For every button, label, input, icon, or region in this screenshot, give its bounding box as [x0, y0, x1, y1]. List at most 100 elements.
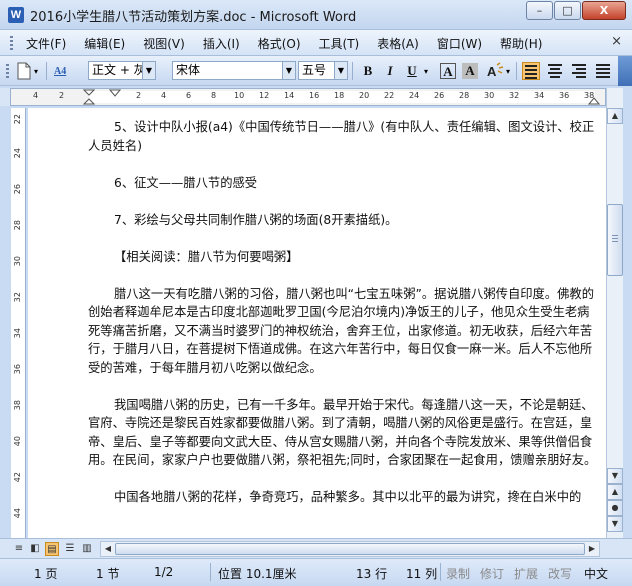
document-page[interactable]: 5、设计中队小报(a4)《中国传统节日——腊八》(有中队人、责任编辑、图文设计、… [28, 108, 606, 538]
character-border-button[interactable]: A [440, 63, 456, 79]
menu-file[interactable]: 文件(F) [26, 35, 66, 52]
outline-view-icon[interactable]: ☰ [63, 542, 77, 556]
font-size-combo[interactable]: 五号 ▼ [298, 61, 348, 80]
status-extend[interactable]: 扩展 [514, 565, 538, 582]
doc-paragraph: 我国喝腊八粥的历史，已有一千多年。最早开始于宋代。每逢腊八这一天，不论是朝廷、官… [88, 397, 597, 468]
status-position: 位置 10.1厘米 [218, 567, 297, 581]
ruler-number: 40 [13, 436, 22, 447]
ruler-number: 6 [186, 91, 192, 100]
ruler-number: 28 [459, 91, 470, 100]
align-right-button[interactable] [570, 62, 588, 80]
horizontal-scroll-thumb[interactable] [115, 543, 585, 555]
ruler-number: 28 [13, 220, 22, 231]
doc-paragraph: 5、设计中队小报(a4)《中国传统节日——腊八》(有中队人、责任编辑、图文设计、… [88, 120, 595, 153]
ruler-number: 4 [161, 91, 167, 100]
toolbar-separator [46, 62, 47, 80]
doc-blank-line [88, 192, 598, 211]
next-page-icon[interactable]: ▼ [607, 516, 623, 532]
ruler-number: 34 [13, 328, 22, 339]
text-effects-icon[interactable]: A [484, 60, 504, 82]
formatting-toolbar: ▾ A4 正文 + 灰色 ▼ 宋体 ▼ 五号 ▼ B I U ▾ A A A ▾ [0, 56, 632, 86]
ruler-number: 38 [13, 400, 22, 411]
toolbar-options-icon[interactable] [618, 56, 632, 86]
previous-page-icon[interactable]: ▲ [607, 484, 623, 500]
menu-grip-icon[interactable] [10, 36, 13, 50]
first-line-indent-icon[interactable] [109, 89, 121, 97]
new-dropdown-icon[interactable]: ▾ [34, 60, 38, 82]
new-document-icon[interactable] [16, 60, 32, 82]
horizontal-ruler[interactable]: 4 2 2 4 6 8 10 12 14 16 18 20 22 24 26 2… [10, 88, 606, 106]
chevron-down-icon[interactable]: ▼ [334, 62, 347, 79]
status-track-changes[interactable]: 修订 [480, 565, 504, 582]
status-record[interactable]: 录制 [446, 565, 470, 582]
status-section: 1 节 [96, 567, 120, 581]
vertical-scrollbar[interactable]: ▲ ▼ ▲ ● ▼ [606, 88, 623, 538]
close-button[interactable]: X [582, 1, 626, 20]
web-view-icon[interactable]: ◧ [28, 542, 42, 556]
ruler-number: 30 [484, 91, 495, 100]
character-shading-button[interactable]: A [462, 63, 478, 79]
ruler-number: 20 [359, 91, 370, 100]
chevron-down-icon[interactable]: ▼ [142, 62, 155, 79]
italic-button[interactable]: I [380, 61, 400, 81]
menu-help[interactable]: 帮助(H) [500, 35, 542, 52]
vertical-ruler[interactable]: 22 24 26 28 30 32 34 36 38 40 42 44 [11, 108, 26, 538]
styles-formatting-icon[interactable]: A4 [54, 60, 66, 82]
minimize-button[interactable]: – [526, 1, 553, 20]
word-app-icon[interactable]: W [8, 7, 24, 23]
maximize-button[interactable]: □ [554, 1, 581, 20]
normal-view-icon[interactable]: ≡ [12, 542, 26, 556]
status-page: 1 页 [34, 567, 58, 581]
menu-insert[interactable]: 插入(I) [203, 35, 240, 52]
ruler-number: 34 [534, 91, 545, 100]
doc-paragraph: 7、彩绘与父母共同制作腊八粥的场面(8开素描纸)。 [114, 212, 398, 227]
ruler-number: 24 [13, 148, 22, 159]
distributed-align-button[interactable] [594, 62, 612, 80]
toolbar-grip-icon[interactable] [6, 64, 9, 78]
ruler-number: 12 [259, 91, 270, 100]
underline-button[interactable]: U [402, 61, 422, 81]
effects-dropdown-icon[interactable]: ▾ [506, 60, 510, 82]
style-combo[interactable]: 正文 + 灰色 ▼ [88, 61, 156, 80]
close-document-icon[interactable]: × [611, 34, 622, 49]
scroll-left-icon[interactable]: ◀ [102, 543, 114, 555]
menu-window[interactable]: 窗口(W) [437, 35, 482, 52]
menu-bar: 文件(F) 编辑(E) 视图(V) 插入(I) 格式(O) 工具(T) 表格(A… [0, 30, 632, 56]
underline-dropdown-icon[interactable]: ▾ [424, 60, 428, 82]
window-title: 2016小学生腊八节活动策划方案.doc - Microsoft Word [30, 10, 357, 25]
menu-view[interactable]: 视图(V) [143, 35, 185, 52]
print-layout-view-icon[interactable]: ▤ [45, 542, 59, 556]
font-combo[interactable]: 宋体 ▼ [172, 61, 296, 80]
menu-tools[interactable]: 工具(T) [319, 35, 360, 52]
right-indent-icon[interactable] [588, 97, 600, 105]
indent-marker-icon[interactable] [83, 89, 95, 105]
font-value: 宋体 [176, 63, 201, 77]
document-body[interactable]: 5、设计中队小报(a4)《中国传统节日——腊八》(有中队人、责任编辑、图文设计、… [88, 118, 598, 507]
menu-table[interactable]: 表格(A) [377, 35, 419, 52]
align-center-button[interactable] [546, 62, 564, 80]
reading-view-icon[interactable]: ▥ [80, 542, 94, 556]
status-line: 13 行 [356, 567, 388, 581]
scroll-right-icon[interactable]: ▶ [586, 543, 598, 555]
window-controls: – □ X [525, 1, 626, 20]
align-justify-button[interactable] [522, 62, 540, 80]
scroll-thumb[interactable] [607, 204, 623, 276]
status-separator [440, 563, 441, 581]
menu-format[interactable]: 格式(O) [258, 35, 301, 52]
chevron-down-icon[interactable]: ▼ [282, 62, 295, 79]
horizontal-scrollbar[interactable]: ◀ ▶ [100, 541, 600, 557]
ruler-tab-selector[interactable] [0, 88, 10, 106]
menu-edit[interactable]: 编辑(E) [84, 35, 125, 52]
scroll-up-icon[interactable]: ▲ [607, 108, 623, 124]
doc-paragraph: 【相关阅读：腊八节为何要喝粥】 [114, 249, 299, 264]
bold-button[interactable]: B [358, 61, 378, 81]
ruler-number: 24 [409, 91, 420, 100]
ruler-number: 36 [559, 91, 570, 100]
toolbar-separator [516, 62, 517, 80]
scroll-down-icon[interactable]: ▼ [607, 468, 623, 484]
browse-object-icon[interactable]: ● [607, 500, 623, 516]
ruler-number: 2 [59, 91, 65, 100]
view-bar: ≡ ◧ ▤ ☰ ▥ ◀ ▶ [0, 538, 632, 558]
doc-blank-line [88, 470, 598, 489]
status-overtype[interactable]: 改写 [548, 565, 572, 582]
